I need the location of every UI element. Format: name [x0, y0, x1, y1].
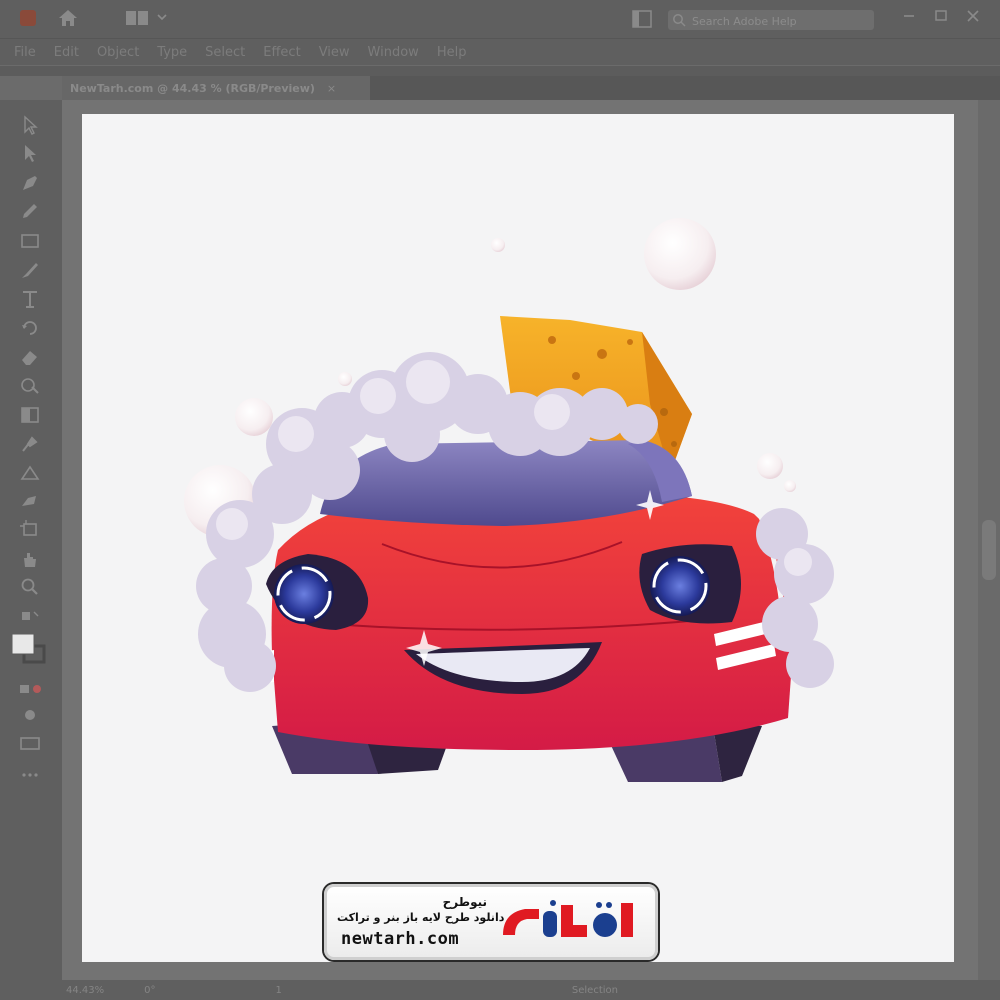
menu-object[interactable]: Object [97, 45, 139, 60]
menu-edit[interactable]: Edit [54, 45, 79, 60]
bubble [338, 372, 352, 386]
color-mode-icon[interactable] [18, 678, 42, 700]
bubble [235, 398, 273, 436]
home-icon[interactable] [56, 6, 80, 30]
direct-selection-tool-icon[interactable] [18, 142, 42, 164]
app-logo-icon[interactable] [20, 10, 36, 26]
gradient-tool-icon[interactable] [18, 404, 42, 426]
menu-type[interactable]: Type [157, 45, 187, 60]
menu-help[interactable]: Help [437, 45, 467, 60]
arrange-documents-icon[interactable] [632, 10, 652, 28]
menu-select[interactable]: Select [205, 45, 245, 60]
symbol-sprayer-tool-icon[interactable] [18, 490, 42, 512]
car-wash-illustration [184, 218, 834, 782]
menu-view[interactable]: View [319, 45, 350, 60]
close-icon[interactable] [962, 6, 984, 26]
document-tab[interactable]: NewTarh.com @ 44.43 % (RGB/Preview) × [62, 76, 370, 100]
hand-tool-icon[interactable] [18, 548, 42, 570]
type-tool-icon[interactable] [18, 288, 42, 310]
swap-fill-stroke-icon[interactable] [18, 608, 42, 630]
watermark-title: نیوطرح [442, 895, 487, 909]
current-tool: Selection [571, 984, 618, 996]
newtarh-logo-icon [503, 900, 633, 937]
canvas-area[interactable] [62, 100, 1000, 980]
rectangle-tool-icon[interactable] [18, 230, 42, 252]
zoom-tool-icon[interactable] [18, 576, 42, 598]
bubble [784, 480, 796, 492]
blend-tool-icon[interactable] [18, 462, 42, 484]
menu-file[interactable]: File [14, 45, 36, 60]
bubble [491, 238, 505, 252]
menu-bar: File Edit Object Type Select Effect View… [0, 39, 1000, 65]
draw-mode-icon[interactable] [18, 704, 42, 726]
left-headlight [274, 564, 334, 624]
fill-stroke-swatch[interactable] [11, 633, 46, 664]
pencil-tool-icon[interactable] [18, 200, 42, 222]
menu-window[interactable]: Window [368, 45, 419, 60]
artboard[interactable] [82, 114, 954, 962]
search-icon [673, 14, 686, 27]
application-bar [0, 0, 1000, 39]
search-help-box[interactable] [668, 10, 874, 32]
control-bar [0, 66, 1000, 76]
eyedropper-tool-icon[interactable] [18, 432, 42, 454]
shape-builder-tool-icon[interactable] [18, 374, 42, 396]
minimize-icon[interactable] [898, 6, 920, 26]
right-headlight [650, 556, 710, 616]
selection-tool-icon[interactable] [18, 114, 42, 136]
eraser-tool-icon[interactable] [18, 346, 42, 368]
watermark-badge: نیوطرح دانلود طرح لایه باز بنر و تراکت n… [324, 884, 658, 960]
pen-tool-icon[interactable] [18, 172, 42, 194]
document-tab-bar: NewTarh.com @ 44.43 % (RGB/Preview) × [62, 76, 1000, 100]
vertical-scrollbar[interactable] [978, 100, 1000, 980]
artboard-tool-icon[interactable] [18, 518, 42, 540]
zoom-level[interactable]: 44.43% [66, 985, 104, 996]
tools-panel [0, 100, 62, 980]
paintbrush-tool-icon[interactable] [18, 260, 42, 282]
bubble [644, 218, 716, 290]
scrollbar-thumb[interactable] [982, 520, 996, 580]
search-input[interactable] [690, 10, 874, 32]
menu-effect[interactable]: Effect [263, 45, 300, 60]
document-tab-title: NewTarh.com @ 44.43 % (RGB/Preview) [70, 81, 315, 95]
screen-mode-icon[interactable] [18, 732, 42, 754]
chevron-down-icon[interactable] [156, 11, 168, 23]
status-bar: 44.43% 0° 1 Selection [0, 980, 1000, 1000]
document-tab-close-icon[interactable]: × [327, 82, 336, 95]
workspace-layout-icon[interactable] [126, 11, 148, 25]
watermark-subtitle: دانلود طرح لایه باز بنر و تراکت [337, 911, 505, 924]
more-tools-icon[interactable] [18, 764, 42, 786]
bubble [757, 453, 783, 479]
rotation-value[interactable]: 0° [144, 985, 155, 996]
restore-icon[interactable] [930, 6, 952, 26]
watermark-url: newtarh.com [341, 929, 460, 949]
rotate-tool-icon[interactable] [18, 316, 42, 338]
artboard-number[interactable]: 1 [276, 985, 282, 996]
